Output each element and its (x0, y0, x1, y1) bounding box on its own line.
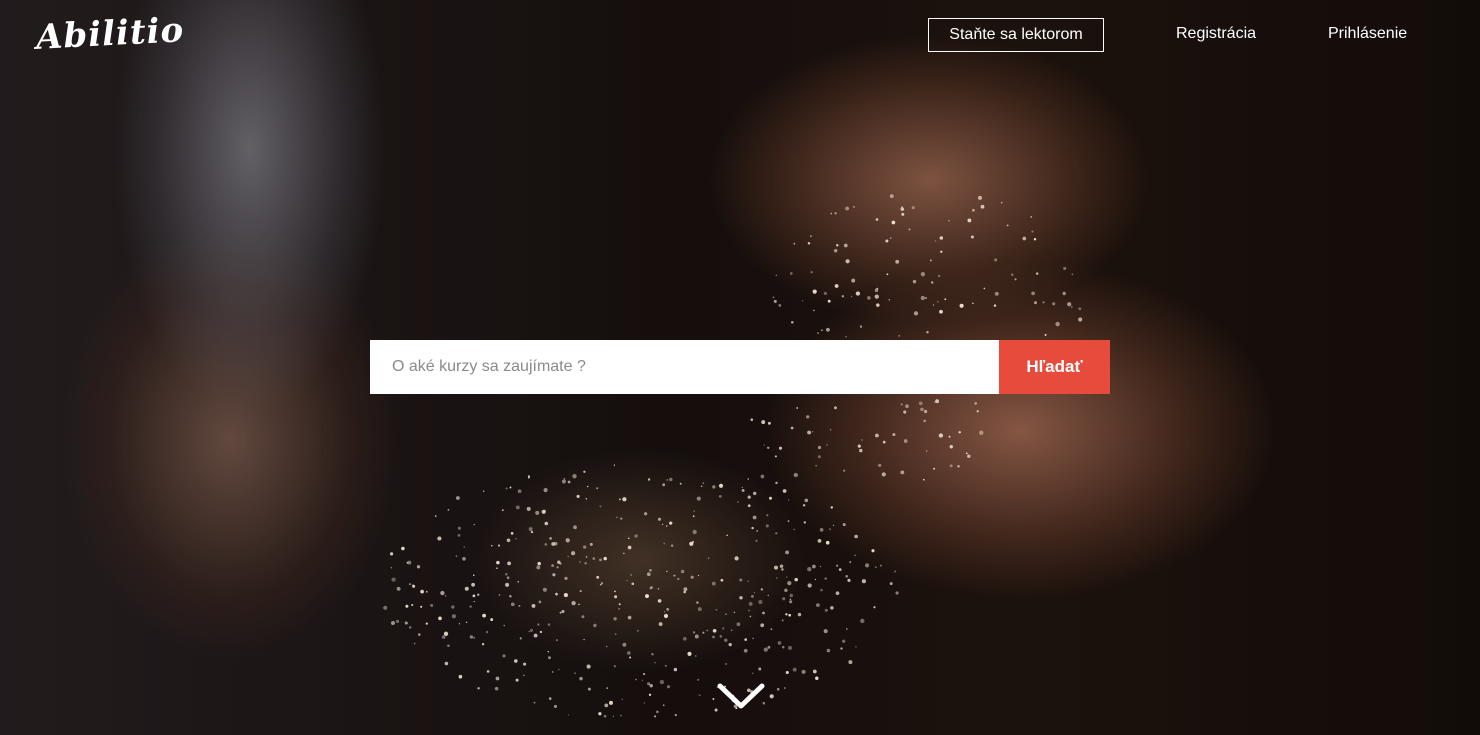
site-logo[interactable]: Abilitio (35, 10, 185, 58)
chevron-down-icon[interactable] (716, 680, 766, 712)
course-search-input[interactable] (370, 340, 999, 394)
login-link[interactable]: Prihlásenie (1328, 18, 1407, 50)
course-search-form: Hľadať (370, 340, 1110, 394)
register-link[interactable]: Registrácia (1176, 18, 1256, 50)
hero-section: Abilitio Staňte sa lektorom Registrácia … (0, 0, 1480, 735)
become-lecturer-button[interactable]: Staňte sa lektorom (928, 18, 1104, 52)
search-button[interactable]: Hľadať (999, 340, 1110, 394)
